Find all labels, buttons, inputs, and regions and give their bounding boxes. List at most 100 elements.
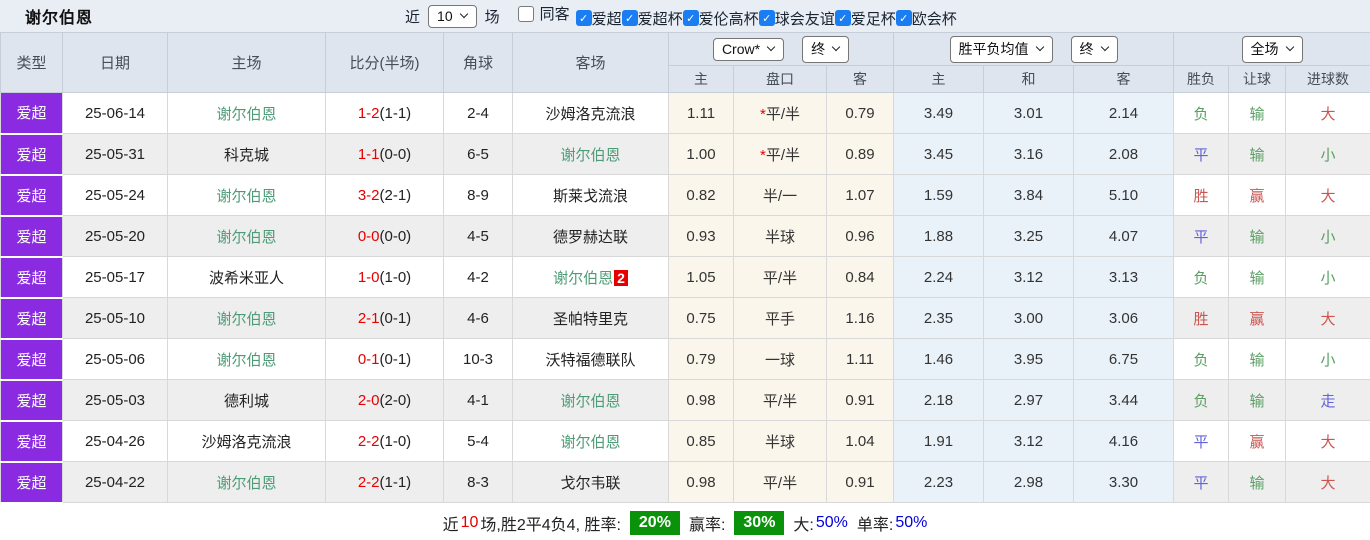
goals-result-text: 大 (1320, 474, 1336, 492)
avg-draw-odds: 3.25 (983, 215, 1075, 257)
checked-checkbox-icon[interactable]: ✓ (621, 10, 638, 27)
avg-home-odds: 2.24 (893, 256, 985, 298)
full-time-score[interactable]: 1-1 (358, 146, 380, 163)
league-type-badge: 爱超 (0, 338, 63, 381)
checked-checkbox-icon[interactable]: ✓ (834, 10, 851, 27)
red-card-badge: 2 (614, 269, 628, 286)
scope-group-header: 全场 (1173, 32, 1370, 66)
away-team-link[interactable]: 德罗赫达联 (553, 229, 628, 246)
away-team-link[interactable]: 沃特福德联队 (545, 352, 635, 369)
away-team-link[interactable]: 谢尔伯恩 (553, 270, 613, 287)
away-team-link[interactable]: 戈尔韦联 (560, 475, 620, 492)
home-team-link[interactable]: 谢尔伯恩 (216, 188, 276, 205)
handicap-text: 半球 (764, 228, 795, 246)
handicap-result-text: 输 (1249, 105, 1265, 123)
full-time-score[interactable]: 1-2 (358, 105, 380, 122)
goals-result-text: 小 (1320, 228, 1336, 246)
avg-away-odds: 3.44 (1073, 379, 1175, 421)
handicap-line: 半球 (733, 215, 827, 257)
match-date: 25-06-14 (62, 92, 168, 134)
recent-matches-select[interactable]: 10 (428, 4, 477, 28)
handicap-text: 半/一 (762, 187, 798, 205)
away-team-cell: 戈尔韦联 (512, 461, 669, 503)
filter-爱足杯: ✓ 爱足杯 (834, 8, 896, 29)
odds-time-select[interactable]: 终 (802, 35, 850, 63)
home-team-link[interactable]: 谢尔伯恩 (216, 475, 276, 492)
win-rate-badge: 20% (629, 510, 680, 535)
avg-away-odds: 2.14 (1073, 92, 1175, 134)
result-wdl: 负 (1173, 379, 1230, 421)
away-team-link[interactable]: 谢尔伯恩 (560, 434, 620, 451)
full-time-score[interactable]: 2-2 (358, 433, 380, 450)
score-cell: 2-2(1-1) (325, 461, 444, 503)
away-team-cell: 沃特福德联队 (512, 338, 669, 380)
avg-home-odds: 1.88 (893, 215, 985, 257)
away-team-link[interactable]: 谢尔伯恩 (560, 147, 620, 164)
avg-time-select[interactable]: 终 (1070, 35, 1118, 63)
result-wdl: 平 (1173, 215, 1230, 257)
match-date: 25-05-20 (62, 215, 168, 257)
filter-同客: 同客 (517, 3, 570, 24)
handicap-text: 平/半 (765, 146, 800, 164)
full-time-score[interactable]: 2-0 (358, 392, 380, 409)
scope-select[interactable]: 全场 (1241, 35, 1303, 63)
score-cell: 3-2(2-1) (325, 174, 444, 216)
full-time-score[interactable]: 0-1 (358, 351, 380, 368)
home-team-link[interactable]: 谢尔伯恩 (216, 229, 276, 246)
filter-label: 欧会杯 (911, 10, 957, 28)
away-odds: 1.07 (825, 174, 895, 216)
result-goals: 大 (1285, 420, 1370, 462)
odds-company-select[interactable]: Crow* (712, 37, 785, 61)
league-type-badge: 爱超 (0, 297, 63, 340)
away-team-cell: 沙姆洛克流浪 (512, 92, 669, 134)
home-team-link[interactable]: 谢尔伯恩 (216, 106, 276, 123)
full-time-score[interactable]: 1-0 (358, 269, 380, 286)
single-rate-label: 单率: (856, 516, 894, 534)
goals-result-text: 走 (1320, 392, 1336, 410)
result-handicap: 赢 (1228, 297, 1287, 339)
full-time-score[interactable]: 2-2 (358, 474, 380, 491)
goals-result-text: 大 (1320, 433, 1336, 451)
full-time-score[interactable]: 2-1 (358, 310, 380, 327)
half-time-score: (1-1) (379, 104, 412, 122)
away-team-link[interactable]: 斯莱戈流浪 (553, 188, 628, 205)
half-time-score: (2-1) (379, 186, 412, 204)
score-cell: 0-1(0-1) (325, 338, 444, 380)
corner-score: 10-3 (443, 338, 513, 380)
home-team-link[interactable]: 沙姆洛克流浪 (201, 434, 291, 451)
avg-away-odds: 2.08 (1073, 133, 1175, 175)
checked-checkbox-icon[interactable]: ✓ (758, 10, 775, 27)
match-row: 爱超 25-05-06 谢尔伯恩 0-1(0-1) 10-3 沃特福德联队 0.79 一球 1.… (0, 338, 1370, 381)
away-odds: 1.11 (825, 338, 895, 380)
full-time-score[interactable]: 3-2 (358, 187, 380, 204)
home-odds: 1.11 (668, 92, 734, 134)
away-team-link[interactable]: 圣帕特里克 (553, 311, 628, 328)
home-team-link[interactable]: 科克城 (224, 147, 269, 164)
col-corner: 角球 (443, 32, 513, 93)
match-row: 爱超 25-05-03 德利城 2-0(2-0) 4-1 谢尔伯恩 0.98 平/半 0.91 2… (0, 379, 1370, 422)
unchecked-checkbox-icon[interactable] (517, 5, 534, 22)
match-date: 25-05-03 (62, 379, 168, 421)
full-time-score[interactable]: 0-0 (358, 228, 380, 245)
result-text: 胜 (1193, 187, 1209, 205)
home-team-link[interactable]: 谢尔伯恩 (216, 311, 276, 328)
checked-checkbox-icon[interactable]: ✓ (682, 10, 699, 27)
checked-checkbox-icon[interactable]: ✓ (575, 10, 592, 27)
away-team-link[interactable]: 谢尔伯恩 (560, 393, 620, 410)
avg-draw-odds: 3.00 (983, 297, 1075, 339)
home-team-link[interactable]: 德利城 (224, 393, 269, 410)
result-handicap: 输 (1228, 256, 1287, 298)
checked-checkbox-icon[interactable]: ✓ (895, 10, 912, 27)
col-away: 客场 (512, 32, 669, 93)
home-team-link[interactable]: 波希米亚人 (209, 270, 284, 287)
result-goals: 大 (1285, 92, 1370, 134)
corner-score: 2-4 (443, 92, 513, 134)
away-team-link[interactable]: 沙姆洛克流浪 (545, 106, 635, 123)
result-text: 负 (1193, 269, 1209, 287)
match-rows: 爱超 25-06-14 谢尔伯恩 1-2(1-1) 2-4 沙姆洛克流浪 1.11 *平/半 0… (0, 92, 1370, 504)
half-time-score: (0-0) (379, 145, 412, 163)
avg-home-odds: 3.49 (893, 92, 985, 134)
corner-score: 4-6 (443, 297, 513, 339)
home-team-link[interactable]: 谢尔伯恩 (216, 352, 276, 369)
avg-type-select[interactable]: 胜平负均值 (949, 35, 1053, 63)
